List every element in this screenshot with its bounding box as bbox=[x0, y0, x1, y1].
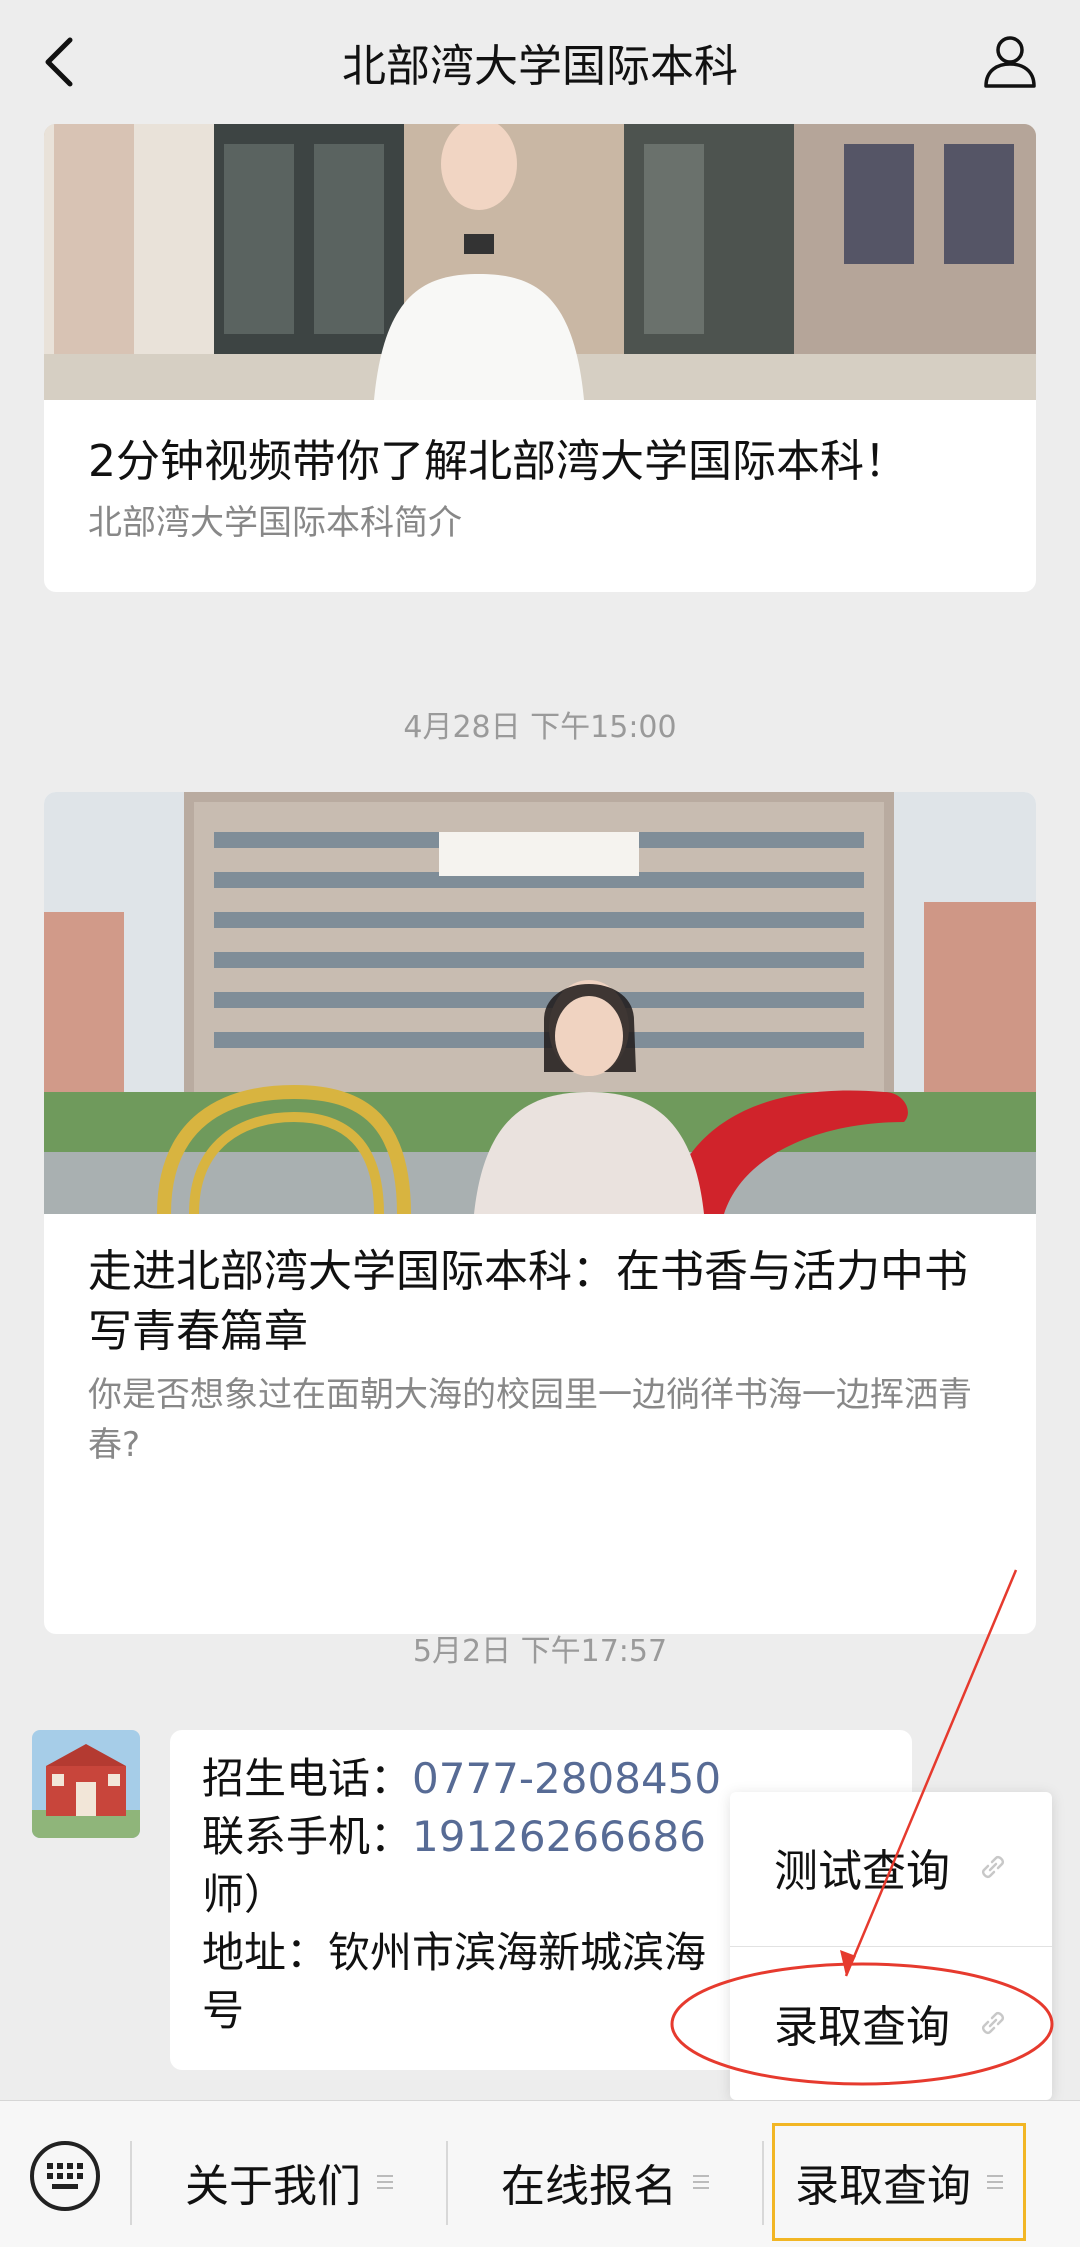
menu-about-us[interactable]: 关于我们 bbox=[134, 2123, 444, 2241]
account-avatar[interactable] bbox=[32, 1730, 140, 1838]
top-nav-bar: 北部湾大学国际本科 bbox=[0, 0, 1080, 124]
menu-divider bbox=[130, 2141, 132, 2225]
phone-label: 招生电话： bbox=[202, 1754, 413, 1803]
menu-label: 在线报名 bbox=[501, 2161, 677, 2212]
submenu-item-label: 测试查询 bbox=[774, 1846, 950, 1897]
menu-divider bbox=[762, 2141, 764, 2225]
campus-building-image bbox=[44, 792, 1036, 1214]
menu-label: 关于我们 bbox=[185, 2161, 361, 2212]
timestamp-2: 5月2日 下午17:57 bbox=[412, 1634, 668, 1669]
phone-link[interactable]: 0777-2808450 bbox=[412, 1754, 721, 1803]
submenu-item-admission-query[interactable]: 录取查询 bbox=[730, 1948, 1052, 2098]
school-gate-logo bbox=[32, 1730, 140, 1838]
menu-lines-icon bbox=[377, 2175, 393, 2189]
menu-admission-query[interactable]: 录取查询 bbox=[772, 2123, 1026, 2241]
campus-presenter-image bbox=[44, 124, 1036, 400]
submenu-divider bbox=[730, 1946, 1052, 1947]
article-2-video-thumbnail[interactable] bbox=[44, 792, 1036, 1214]
article-2-title[interactable]: 走进北部湾大学国际本科：在书香与活力中书写青春篇章 bbox=[44, 1242, 1036, 1362]
person-icon[interactable] bbox=[980, 30, 1040, 90]
menu-online-signup[interactable]: 在线报名 bbox=[450, 2123, 760, 2241]
article-1-description: 北部湾大学国际本科简介 bbox=[88, 503, 462, 543]
submenu-item-label: 录取查询 bbox=[774, 2002, 950, 2053]
bottom-menu-bar: 关于我们 在线报名 录取查询 bbox=[0, 2100, 1080, 2247]
article-card-1[interactable]: 2分钟视频带你了解北部湾大学国际本科！ 北部湾大学国际本科简介 bbox=[44, 124, 1036, 592]
menu-lines-icon bbox=[693, 2175, 709, 2189]
mobile-link[interactable]: 19126266686 bbox=[412, 1812, 706, 1861]
timestamp-1: 4月28日 下午15:00 bbox=[403, 710, 677, 745]
submenu-popup: 测试查询 录取查询 bbox=[730, 1792, 1052, 2100]
mobile-label: 联系手机： bbox=[202, 1812, 413, 1861]
link-icon bbox=[982, 2012, 1004, 2034]
page-title: 北部湾大学国际本科 bbox=[342, 41, 738, 92]
menu-label: 录取查询 bbox=[795, 2161, 971, 2212]
menu-divider bbox=[446, 2141, 448, 2225]
menu-lines-icon bbox=[987, 2175, 1003, 2189]
keyboard-icon[interactable] bbox=[28, 2139, 102, 2213]
article-card-2[interactable]: 走进北部湾大学国际本科：在书香与活力中书写青春篇章 你是否想象过在面朝大海的校园… bbox=[44, 792, 1036, 1634]
article-2-description: 你是否想象过在面朝大海的校园里一边徜徉书海一边挥洒青春? bbox=[88, 1375, 972, 1465]
article-1-video-thumbnail[interactable] bbox=[44, 124, 1036, 400]
submenu-item-test-query[interactable]: 测试查询 bbox=[730, 1792, 1052, 1942]
link-icon bbox=[982, 1856, 1004, 1878]
article-1-title[interactable]: 2分钟视频带你了解北部湾大学国际本科！ bbox=[44, 432, 1036, 492]
